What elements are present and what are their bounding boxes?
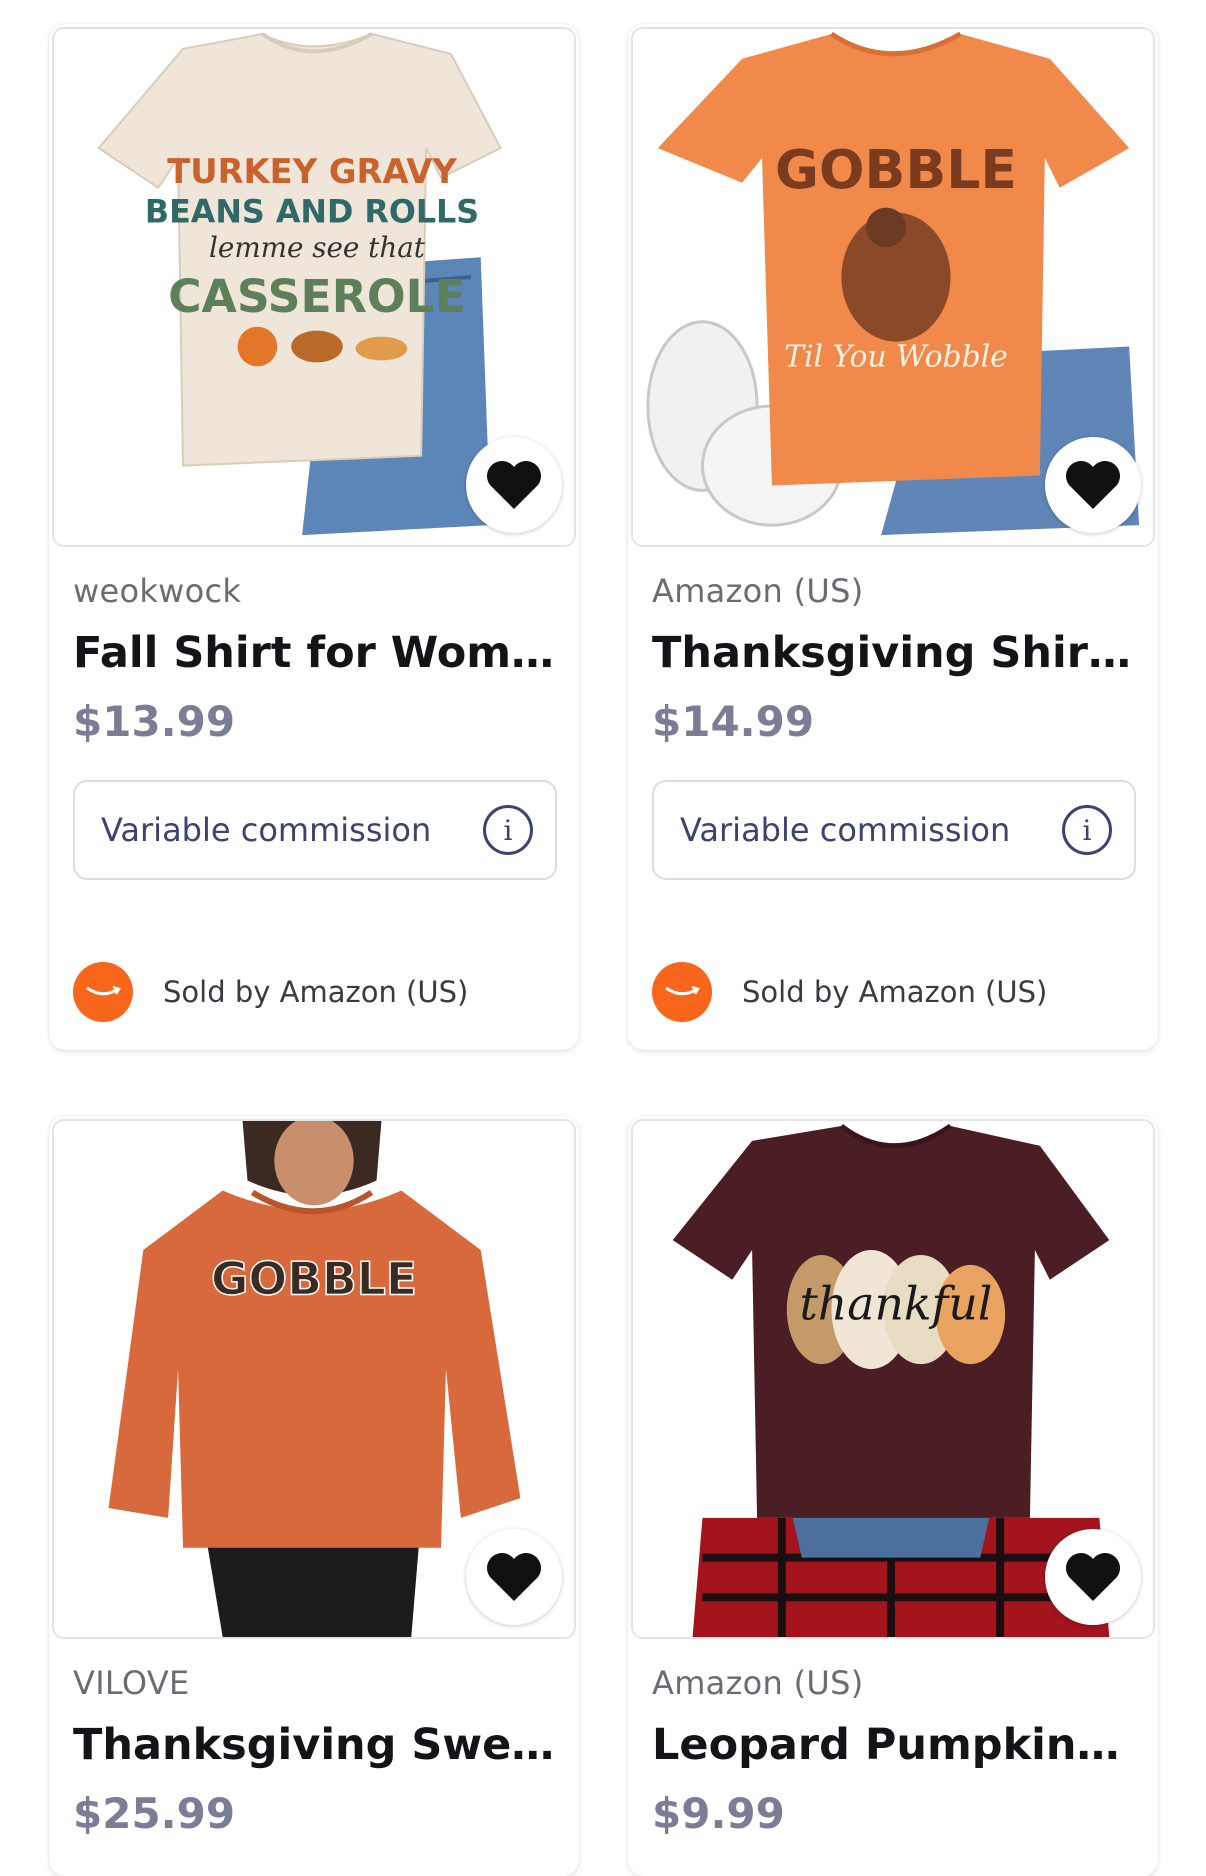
commission-box[interactable]: Variable commission i — [73, 780, 557, 880]
favorite-button[interactable] — [466, 437, 562, 533]
merchant-name: Amazon (US) — [652, 572, 864, 610]
heart-icon — [1066, 1553, 1120, 1601]
product-price: $14.99 — [652, 697, 815, 746]
product-title[interactable]: Thanksgiving Shirt f... — [652, 628, 1134, 678]
svg-text:TURKEY GRAVY: TURKEY GRAVY — [167, 152, 457, 191]
product-image[interactable]: GOBBLE Til You Wobble — [631, 27, 1155, 547]
sold-by-text: Sold by Amazon (US) — [163, 975, 469, 1009]
info-icon[interactable]: i — [1062, 805, 1112, 855]
amazon-logo-icon — [73, 962, 133, 1022]
heart-icon — [487, 1553, 541, 1601]
commission-label: Variable commission — [101, 811, 432, 849]
commission-box[interactable]: Variable commission i — [652, 780, 1136, 880]
product-price: $25.99 — [73, 1789, 236, 1838]
seller-row: Sold by Amazon (US) — [73, 962, 468, 1022]
amazon-logo-icon — [652, 962, 712, 1022]
svg-text:GOBBLE: GOBBLE — [211, 1253, 417, 1306]
product-card[interactable]: GOBBLE Til You Wobble Amazon (US) Thanks… — [628, 24, 1158, 1050]
product-title[interactable]: Fall Shirt for Women... — [73, 628, 555, 678]
svg-text:Til You Wobble: Til You Wobble — [784, 339, 1008, 374]
merchant-name: weokwock — [73, 572, 242, 610]
favorite-button[interactable] — [1045, 437, 1141, 533]
product-card[interactable]: thankful Amazon (US) Leopard Pumpkin S..… — [628, 1116, 1158, 1876]
seller-row: Sold by Amazon (US) — [652, 962, 1047, 1022]
merchant-name: Amazon (US) — [652, 1664, 864, 1702]
product-card[interactable]: GOBBLE VILOVE Thanksgiving Sweat... $25.… — [49, 1116, 579, 1876]
svg-text:lemme see that: lemme see that — [209, 231, 426, 264]
product-image[interactable]: TURKEY GRAVY BEANS AND ROLLS lemme see t… — [52, 27, 576, 547]
commission-label: Variable commission — [680, 811, 1011, 849]
product-card[interactable]: TURKEY GRAVY BEANS AND ROLLS lemme see t… — [49, 24, 579, 1050]
heart-icon — [1066, 461, 1120, 509]
product-image[interactable]: GOBBLE — [52, 1119, 576, 1639]
product-title[interactable]: Leopard Pumpkin S... — [652, 1720, 1134, 1770]
favorite-button[interactable] — [1045, 1529, 1141, 1625]
svg-text:GOBBLE: GOBBLE — [775, 138, 1017, 201]
svg-text:thankful: thankful — [800, 1277, 993, 1330]
info-icon[interactable]: i — [483, 805, 533, 855]
heart-icon — [487, 461, 541, 509]
favorite-button[interactable] — [466, 1529, 562, 1625]
svg-text:CASSEROLE: CASSEROLE — [168, 270, 466, 323]
product-price: $9.99 — [652, 1789, 785, 1838]
merchant-name: VILOVE — [73, 1664, 190, 1702]
sold-by-text: Sold by Amazon (US) — [742, 975, 1048, 1009]
product-title[interactable]: Thanksgiving Sweat... — [73, 1720, 555, 1770]
svg-text:BEANS AND ROLLS: BEANS AND ROLLS — [145, 195, 479, 231]
product-grid: TURKEY GRAVY BEANS AND ROLLS lemme see t… — [0, 0, 1206, 1876]
product-price: $13.99 — [73, 697, 236, 746]
product-image[interactable]: thankful — [631, 1119, 1155, 1639]
